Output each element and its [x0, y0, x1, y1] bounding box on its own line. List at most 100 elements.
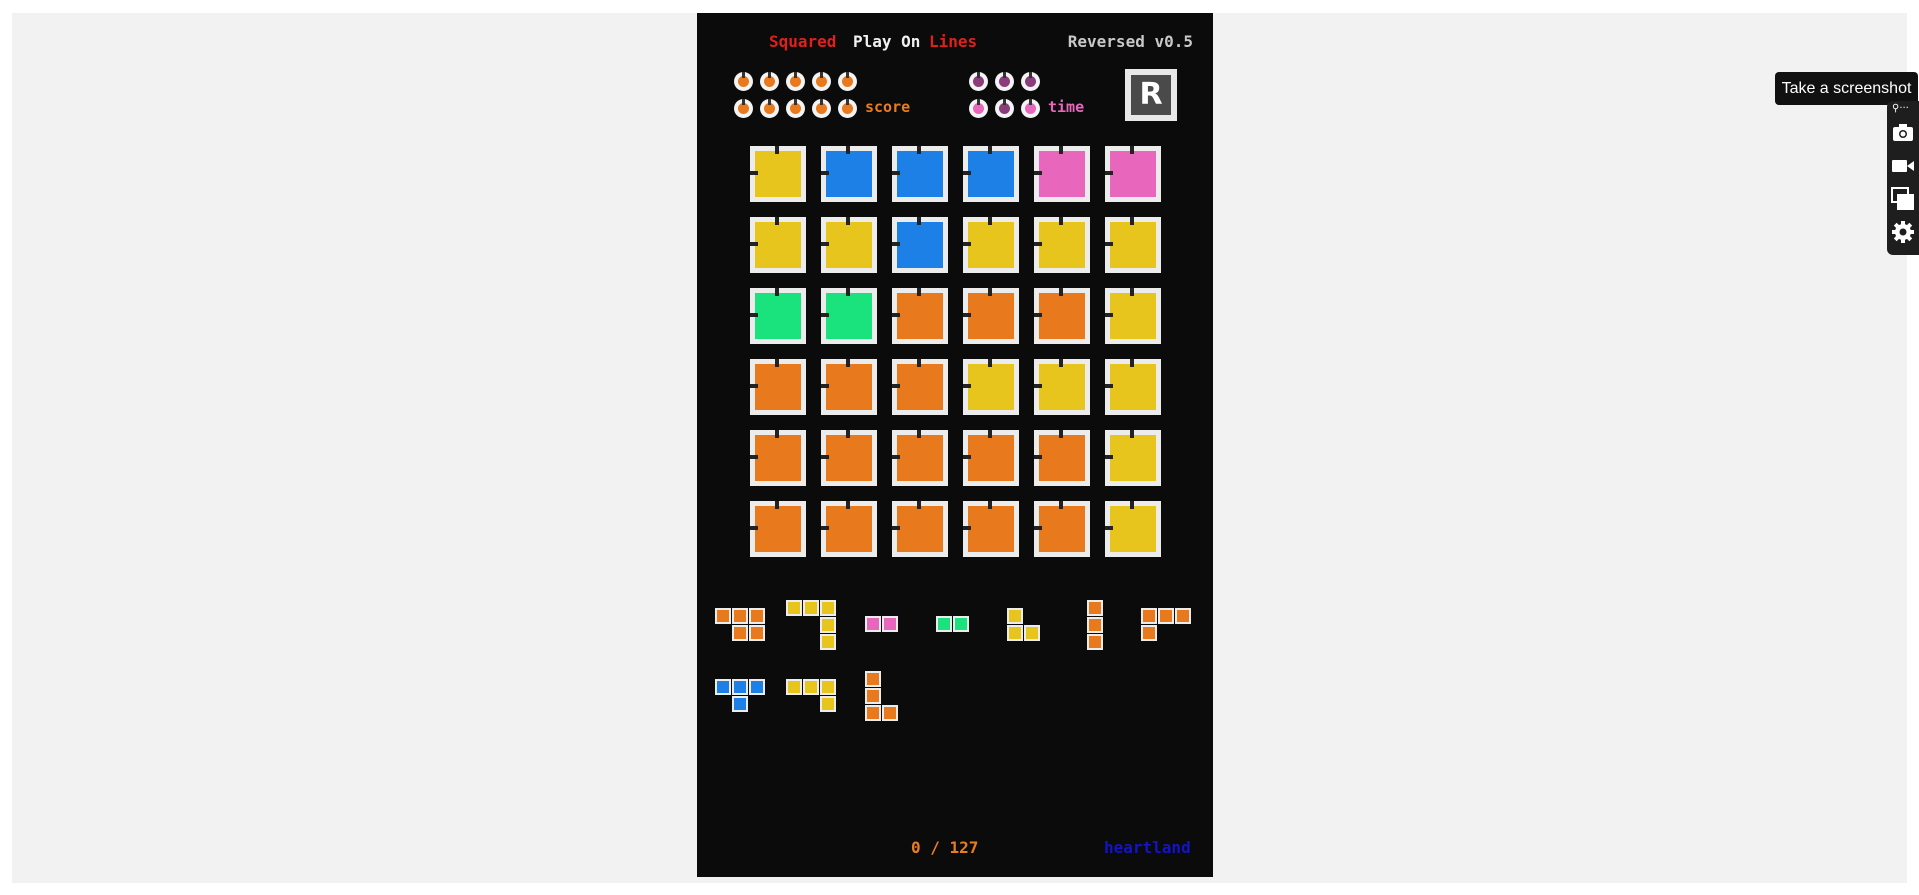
dial-icon — [734, 72, 753, 91]
piece-cell — [732, 608, 748, 624]
board-cell[interactable] — [1105, 146, 1161, 202]
piece-cell — [820, 600, 836, 616]
board-cell[interactable] — [1105, 217, 1161, 273]
piece-cell — [715, 608, 731, 624]
board-cell[interactable] — [750, 359, 806, 415]
piece-cell — [882, 705, 898, 721]
piece-cell — [865, 705, 881, 721]
board-cell[interactable] — [1034, 217, 1090, 273]
dial-icon — [969, 72, 988, 91]
dial-icon — [760, 72, 779, 91]
board-cell[interactable] — [963, 430, 1019, 486]
board-cell[interactable] — [750, 146, 806, 202]
dial-icon — [812, 72, 831, 91]
board-cell[interactable] — [963, 359, 1019, 415]
piece-cell — [865, 616, 881, 632]
piece-cell — [732, 625, 748, 641]
dial-icon — [734, 99, 753, 118]
dial-icon — [760, 99, 779, 118]
piece-cell — [1141, 608, 1157, 624]
board-cell[interactable] — [892, 146, 948, 202]
camera-icon[interactable] — [1891, 121, 1915, 145]
board-cell[interactable] — [892, 501, 948, 557]
board-cell[interactable] — [1034, 288, 1090, 344]
version-label: Reversed v0.5 — [1067, 32, 1193, 51]
board-cell[interactable] — [821, 501, 877, 557]
dial-icon — [838, 72, 857, 91]
credit-link[interactable]: heartland — [1104, 838, 1191, 857]
dial-icon — [786, 72, 805, 91]
piece-cell — [820, 634, 836, 650]
gear-icon[interactable] — [1891, 220, 1915, 244]
piece-cell — [1024, 625, 1040, 641]
dial-icon — [995, 99, 1014, 118]
board-cell[interactable] — [821, 146, 877, 202]
title-lines: Lines — [929, 32, 978, 51]
dial-icon — [786, 99, 805, 118]
board-cell[interactable] — [1105, 288, 1161, 344]
piece-cell — [882, 616, 898, 632]
piece-cell — [820, 679, 836, 695]
dial-icon — [1021, 99, 1040, 118]
piece-cell — [803, 679, 819, 695]
dial-icon — [812, 99, 831, 118]
title-play-on: Play On — [853, 32, 921, 51]
board-cell[interactable] — [963, 288, 1019, 344]
restart-logo-button[interactable]: R — [1125, 69, 1177, 121]
board-cell[interactable] — [892, 359, 948, 415]
board-cell[interactable] — [1034, 146, 1090, 202]
windows-icon[interactable] — [1891, 187, 1915, 211]
board-cell[interactable] — [1034, 359, 1090, 415]
board-cell[interactable] — [892, 217, 948, 273]
piece-cell — [749, 679, 765, 695]
board-cell[interactable] — [821, 359, 877, 415]
board-cell[interactable] — [892, 430, 948, 486]
dial-icon — [969, 99, 988, 118]
board-cell[interactable] — [1105, 430, 1161, 486]
time-label: time — [1048, 98, 1085, 116]
piece-cell — [865, 688, 881, 704]
video-icon[interactable] — [1891, 154, 1915, 178]
piece-cell — [1141, 625, 1157, 641]
piece-cell — [820, 696, 836, 712]
piece-cell — [1087, 617, 1103, 633]
game-canvas[interactable]: Squared Play On Lines Reversed v0.5 scor… — [697, 13, 1213, 877]
piece-cell — [749, 625, 765, 641]
board-cell[interactable] — [1105, 501, 1161, 557]
piece-cell — [786, 600, 802, 616]
board-cell[interactable] — [963, 146, 1019, 202]
board-cell[interactable] — [1105, 359, 1161, 415]
piece-cell — [1087, 634, 1103, 650]
board-cell[interactable] — [963, 501, 1019, 557]
piece-cell — [803, 600, 819, 616]
piece-cell — [820, 617, 836, 633]
capture-toolbar: ⚲··· — [1887, 101, 1919, 255]
board-cell[interactable] — [750, 501, 806, 557]
board-cell[interactable] — [750, 430, 806, 486]
board-cell[interactable] — [1034, 430, 1090, 486]
piece-cell — [732, 696, 748, 712]
piece-cell — [715, 679, 731, 695]
board-cell[interactable] — [821, 217, 877, 273]
board-cell[interactable] — [1034, 501, 1090, 557]
piece-cell — [1175, 608, 1191, 624]
link-more-icon[interactable]: ⚲··· — [1892, 104, 1914, 114]
piece-cell — [786, 679, 802, 695]
dial-icon — [1021, 72, 1040, 91]
title-squared: Squared — [769, 32, 837, 51]
piece-cell — [865, 671, 881, 687]
board-cell[interactable] — [821, 288, 877, 344]
piece-cell — [1007, 608, 1023, 624]
piece-cell — [1087, 600, 1103, 616]
board-cell[interactable] — [963, 217, 1019, 273]
board-cell[interactable] — [750, 217, 806, 273]
board-cell[interactable] — [892, 288, 948, 344]
piece-cell — [1007, 625, 1023, 641]
piece-cell — [936, 616, 952, 632]
piece-cell — [732, 679, 748, 695]
logo-r-icon: R — [1131, 75, 1171, 115]
piece-cell — [953, 616, 969, 632]
board-cell[interactable] — [750, 288, 806, 344]
board-cell[interactable] — [821, 430, 877, 486]
piece-cell — [749, 608, 765, 624]
